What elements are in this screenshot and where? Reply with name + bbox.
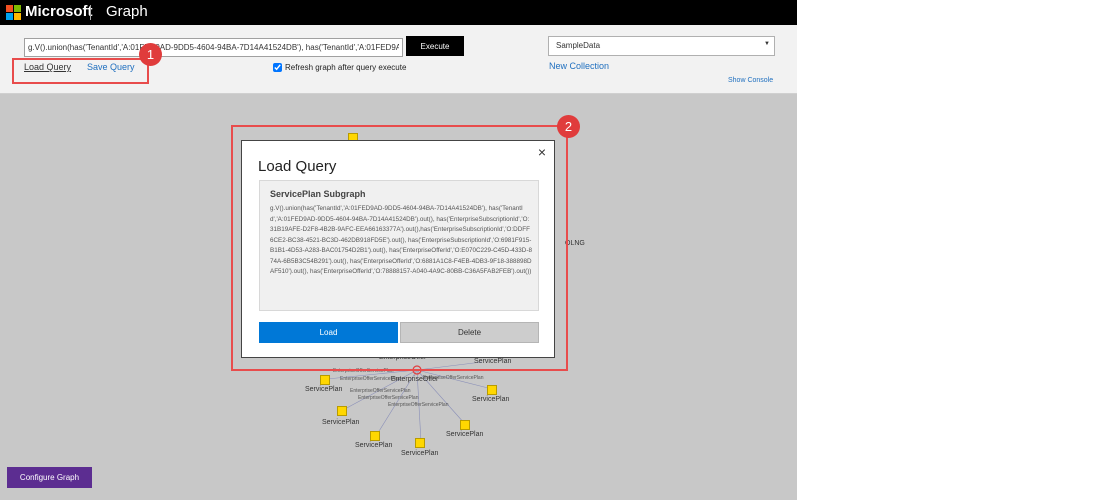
refresh-option[interactable]: Refresh graph after query execute — [273, 63, 406, 72]
execute-button[interactable]: Execute — [406, 36, 464, 56]
node-label: ServicePlan — [472, 396, 510, 403]
graph-node[interactable] — [337, 406, 347, 416]
callout-box-2 — [231, 125, 568, 371]
graph-node[interactable] — [320, 375, 330, 385]
show-console-link[interactable]: Show Console — [728, 77, 773, 84]
node-label: ServicePlan — [401, 450, 439, 457]
graph-node[interactable] — [370, 431, 380, 441]
refresh-checkbox[interactable] — [273, 63, 282, 72]
header-divider — [90, 5, 91, 20]
edge-label: EnterpriseOfferServicePlan — [358, 395, 419, 401]
edge-label: EnterpriseOfferServicePlan — [388, 402, 449, 408]
graph-explorer-app: Microsoft Graph Execute Load Query Save … — [0, 0, 797, 500]
graph-node[interactable] — [460, 420, 470, 430]
callout-badge-2: 2 — [557, 115, 580, 138]
new-collection-link[interactable]: New Collection — [549, 61, 609, 71]
node-label: ServicePlan — [355, 442, 393, 449]
graph-node[interactable] — [487, 385, 497, 395]
graph-node[interactable] — [415, 438, 425, 448]
brand-name: Microsoft — [25, 3, 93, 20]
callout-badge-1: 1 — [139, 43, 162, 66]
node-label: ServicePlan — [305, 386, 343, 393]
query-input[interactable] — [24, 38, 403, 57]
configure-graph-button[interactable]: Configure Graph — [7, 467, 92, 488]
node-label: ServicePlan — [322, 419, 360, 426]
collection-select[interactable]: SampleData ▼ — [548, 36, 775, 56]
node-label: ServicePlan — [446, 431, 484, 438]
edge-label: EnterpriseOfferServicePlan — [340, 376, 401, 382]
microsoft-logo-icon — [6, 5, 21, 20]
refresh-label: Refresh graph after query execute — [285, 63, 407, 72]
edge-label: EnterpriseOfferServicePlan — [350, 388, 411, 394]
edge-label: EnterpriseOfferServicePlan — [423, 375, 484, 381]
product-name: Graph — [106, 3, 148, 20]
chevron-down-icon: ▼ — [764, 41, 770, 47]
callout-box-1 — [12, 58, 149, 84]
collection-value: SampleData — [556, 41, 601, 50]
top-bar: Microsoft Graph — [0, 0, 797, 25]
